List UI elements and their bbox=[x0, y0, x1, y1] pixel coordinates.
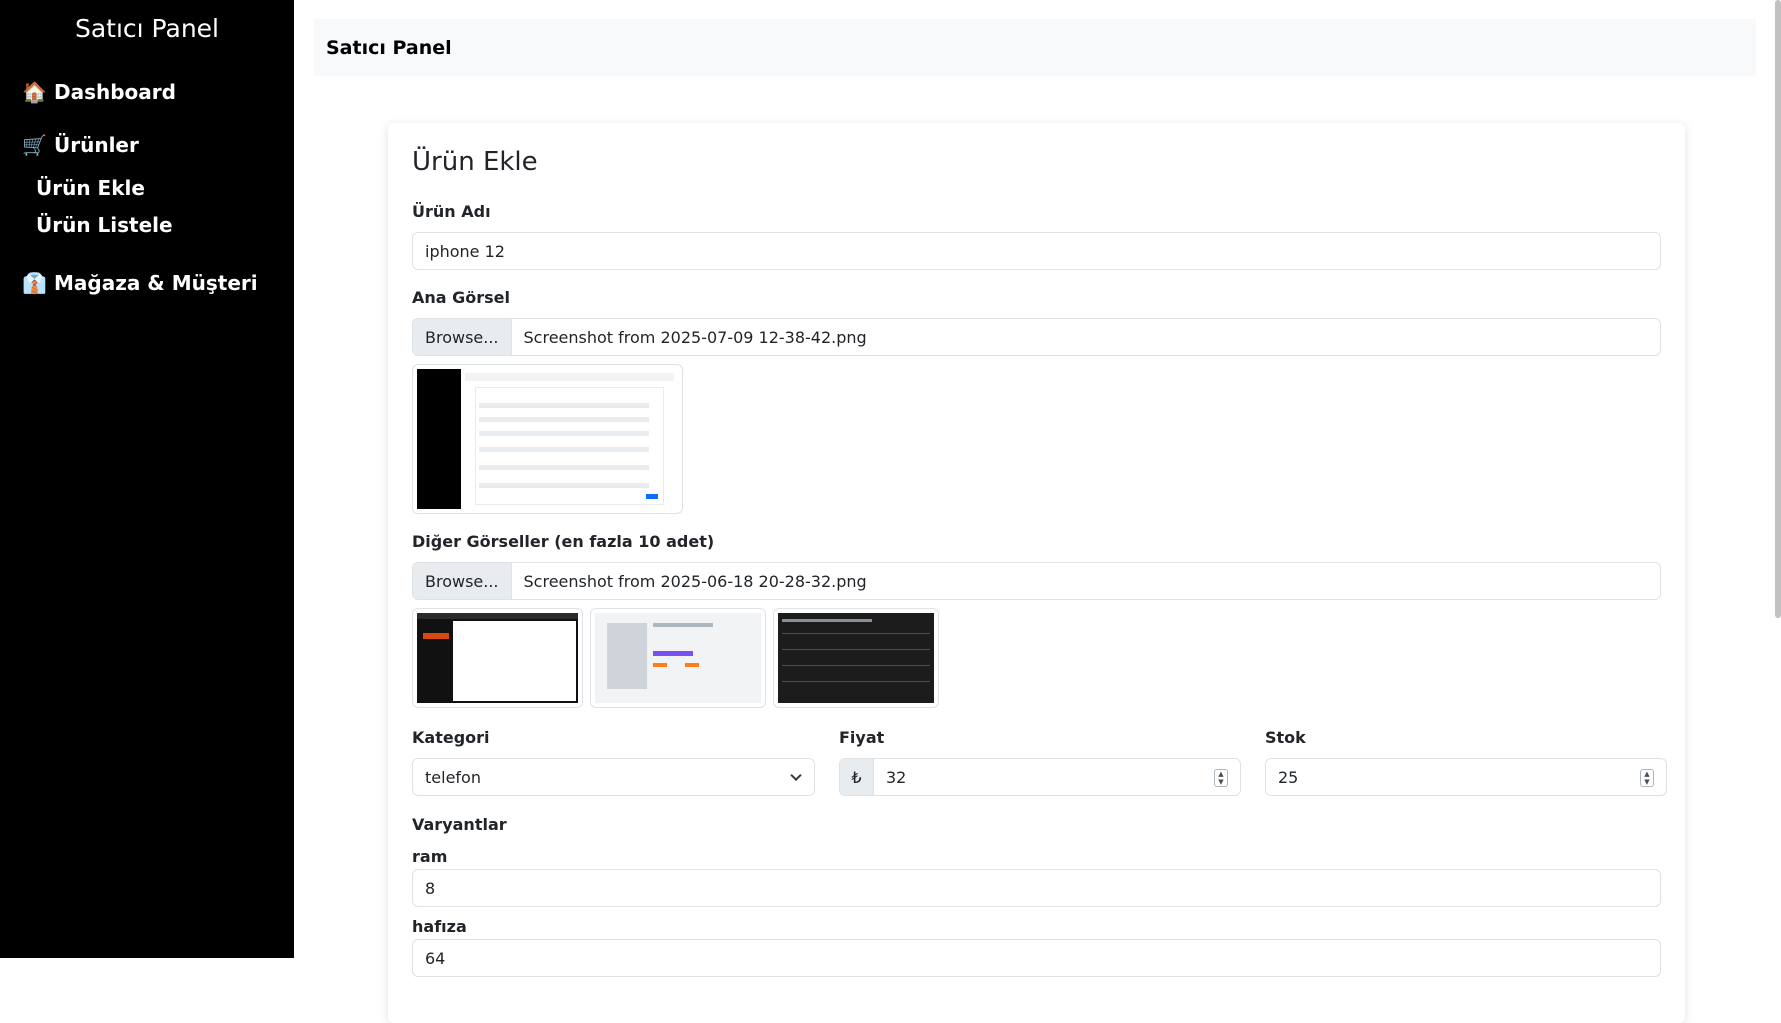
other-images-file-input[interactable]: Browse... Screenshot from 2025-06-18 20-… bbox=[412, 562, 1661, 600]
stock-label: Stok bbox=[1265, 728, 1306, 747]
other-image-preview bbox=[590, 608, 766, 708]
preview-image bbox=[417, 369, 678, 509]
variant-value: 64 bbox=[425, 948, 446, 968]
category-value: telefon bbox=[425, 767, 481, 787]
category-select[interactable]: telefon bbox=[412, 758, 815, 796]
browse-button[interactable]: Browse... bbox=[413, 563, 512, 599]
category-label: Kategori bbox=[412, 728, 490, 747]
sidebar-item-label: Mağaza & Müşteri bbox=[54, 271, 258, 295]
cart-icon: 🛒 bbox=[22, 133, 47, 157]
product-name-label: Ürün Adı bbox=[412, 202, 491, 221]
currency-addon: ₺ bbox=[840, 759, 874, 795]
other-images-label: Diğer Görseller (en fazla 10 adet) bbox=[412, 532, 715, 551]
stock-value: 25 bbox=[1278, 767, 1299, 787]
other-images-file-name: Screenshot from 2025-06-18 20-28-32.png bbox=[523, 571, 867, 591]
sidebar-item-store-customer[interactable]: 👔 Mağaza & Müşteri bbox=[22, 271, 258, 295]
sidebar-item-add-product[interactable]: Ürün Ekle bbox=[36, 176, 145, 200]
product-form-card: Ürün Ekle Ürün Adı iphone 12 Ana Görsel … bbox=[388, 123, 1685, 1023]
top-bar: Satıcı Panel bbox=[314, 19, 1756, 76]
number-spinner-icon[interactable]: ▲ ▼ bbox=[1640, 769, 1654, 787]
main-image-label: Ana Görsel bbox=[412, 288, 511, 307]
variant-value: 8 bbox=[425, 878, 436, 898]
sidebar-item-label: Dashboard bbox=[54, 80, 176, 104]
price-value: 32 bbox=[886, 767, 907, 787]
main-image-preview bbox=[412, 364, 683, 514]
preview-image bbox=[417, 613, 578, 703]
sidebar-item-list-products[interactable]: Ürün Listele bbox=[36, 213, 173, 237]
sidebar: Satıcı Panel 🏠 Dashboard 🛒 Ürünler Ürün … bbox=[0, 0, 294, 958]
main-image-file-input[interactable]: Browse... Screenshot from 2025-07-09 12-… bbox=[412, 318, 1661, 356]
chevron-down-icon bbox=[790, 769, 802, 782]
product-name-value: iphone 12 bbox=[425, 241, 505, 261]
sidebar-item-dashboard[interactable]: 🏠 Dashboard bbox=[22, 80, 176, 104]
sidebar-item-products[interactable]: 🛒 Ürünler bbox=[22, 133, 139, 157]
form-title: Ürün Ekle bbox=[412, 147, 538, 177]
sidebar-brand: Satıcı Panel bbox=[74, 14, 220, 43]
other-image-preview bbox=[773, 608, 939, 708]
other-image-preview bbox=[412, 608, 583, 708]
home-icon: 🏠 bbox=[22, 80, 47, 104]
main-image-file-name: Screenshot from 2025-07-09 12-38-42.png bbox=[523, 327, 867, 347]
price-input[interactable]: 32 ▲ ▼ bbox=[874, 759, 1240, 795]
page-title: Satıcı Panel bbox=[326, 36, 452, 59]
variant-name-label: ram bbox=[412, 847, 448, 866]
browse-button[interactable]: Browse... bbox=[413, 319, 512, 355]
preview-image bbox=[595, 613, 761, 703]
product-name-input[interactable]: iphone 12 bbox=[412, 232, 1661, 270]
variant-name-label: hafıza bbox=[412, 917, 467, 936]
shirt-icon: 👔 bbox=[22, 271, 47, 295]
sidebar-item-label: Ürünler bbox=[54, 133, 139, 157]
price-input-group[interactable]: ₺ 32 ▲ ▼ bbox=[839, 758, 1241, 796]
scrollbar[interactable] bbox=[1775, 0, 1781, 618]
preview-image bbox=[778, 613, 934, 703]
price-label: Fiyat bbox=[839, 728, 885, 747]
number-spinner-icon[interactable]: ▲ ▼ bbox=[1214, 769, 1228, 787]
stock-input[interactable]: 25 ▲ ▼ bbox=[1265, 758, 1667, 796]
variant-value-input[interactable]: 8 bbox=[412, 869, 1661, 907]
variant-value-input[interactable]: 64 bbox=[412, 939, 1661, 977]
variants-label: Varyantlar bbox=[412, 815, 507, 834]
